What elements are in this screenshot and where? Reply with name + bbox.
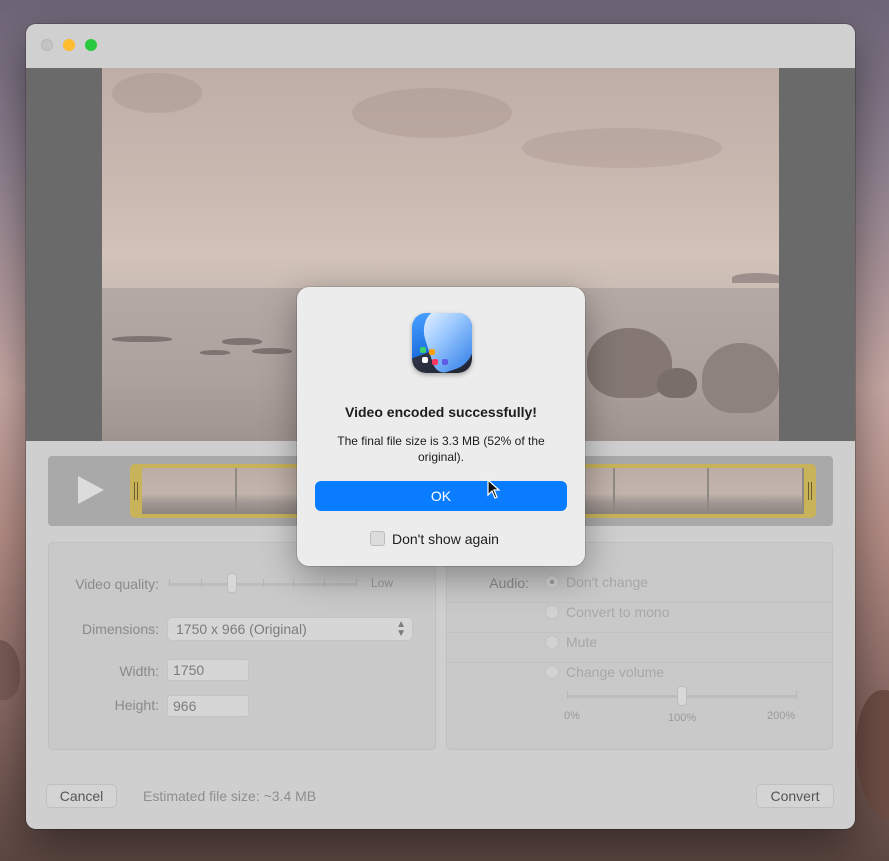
quality-slider-thumb[interactable] — [227, 573, 237, 593]
title-bar[interactable] — [26, 24, 855, 68]
trim-end-handle[interactable] — [808, 482, 812, 500]
audio-option-label: Convert to mono — [566, 604, 670, 620]
audio-settings-panel: Audio: Don't change Convert to mono Mute… — [446, 542, 833, 750]
quality-low-label: Low — [371, 576, 394, 590]
dont-show-again-checkbox[interactable] — [370, 531, 385, 546]
dialog-message: The final file size is 3.3 MB (52% of th… — [337, 434, 545, 464]
convert-button[interactable]: Convert — [756, 784, 834, 808]
volume-tick-label: 100% — [668, 712, 697, 724]
audio-option-mono[interactable] — [545, 605, 559, 619]
audio-option-dont-change[interactable] — [545, 575, 559, 589]
estimated-file-size: Estimated file size: ~3.4 MB — [143, 788, 317, 804]
app-icon — [412, 313, 472, 373]
volume-slider-thumb[interactable] — [677, 686, 687, 706]
minimize-window-button[interactable] — [63, 39, 75, 51]
audio-option-label: Mute — [566, 634, 598, 650]
dimensions-label: Dimensions: — [81, 621, 159, 637]
dimensions-select[interactable]: 1750 x 966 (Original) ▲ ▼ — [167, 617, 413, 641]
height-field[interactable]: 966 — [167, 695, 249, 717]
audio-option-label: Don't change — [566, 574, 649, 590]
audio-label: Audio: — [489, 575, 529, 591]
maximize-window-button[interactable] — [85, 39, 97, 51]
desktop-rock — [0, 640, 20, 700]
cancel-button[interactable]: Cancel — [46, 784, 117, 808]
video-settings-panel: Video quality: Low Dimensions: 1750 x 96… — [48, 542, 436, 750]
volume-tick-label: 0% — [564, 710, 580, 722]
dialog-title: Video encoded successfully! — [345, 404, 537, 420]
ok-button[interactable]: OK — [315, 481, 567, 511]
desktop-rock — [856, 690, 889, 820]
success-dialog: Video encoded successfully! The final fi… — [297, 287, 585, 566]
volume-tick-label: 200% — [767, 710, 796, 722]
popup-arrows-icon: ▲ ▼ — [396, 619, 406, 639]
audio-option-mute[interactable] — [545, 635, 559, 649]
width-field[interactable]: 1750 — [167, 659, 249, 681]
play-icon[interactable] — [78, 476, 104, 504]
audio-option-label: Change volume — [566, 664, 665, 680]
video-quality-label: Video quality: — [75, 576, 159, 592]
width-label: Width: — [119, 663, 159, 679]
trim-start-handle[interactable] — [134, 482, 138, 500]
dont-show-again-label[interactable]: Don't show again — [392, 531, 499, 547]
audio-option-change-volume[interactable] — [545, 665, 559, 679]
pointer-cursor-icon — [487, 479, 501, 499]
close-window-button[interactable] — [41, 39, 53, 51]
dimensions-value: 1750 x 966 (Original) — [176, 621, 307, 637]
height-label: Height: — [114, 697, 159, 713]
